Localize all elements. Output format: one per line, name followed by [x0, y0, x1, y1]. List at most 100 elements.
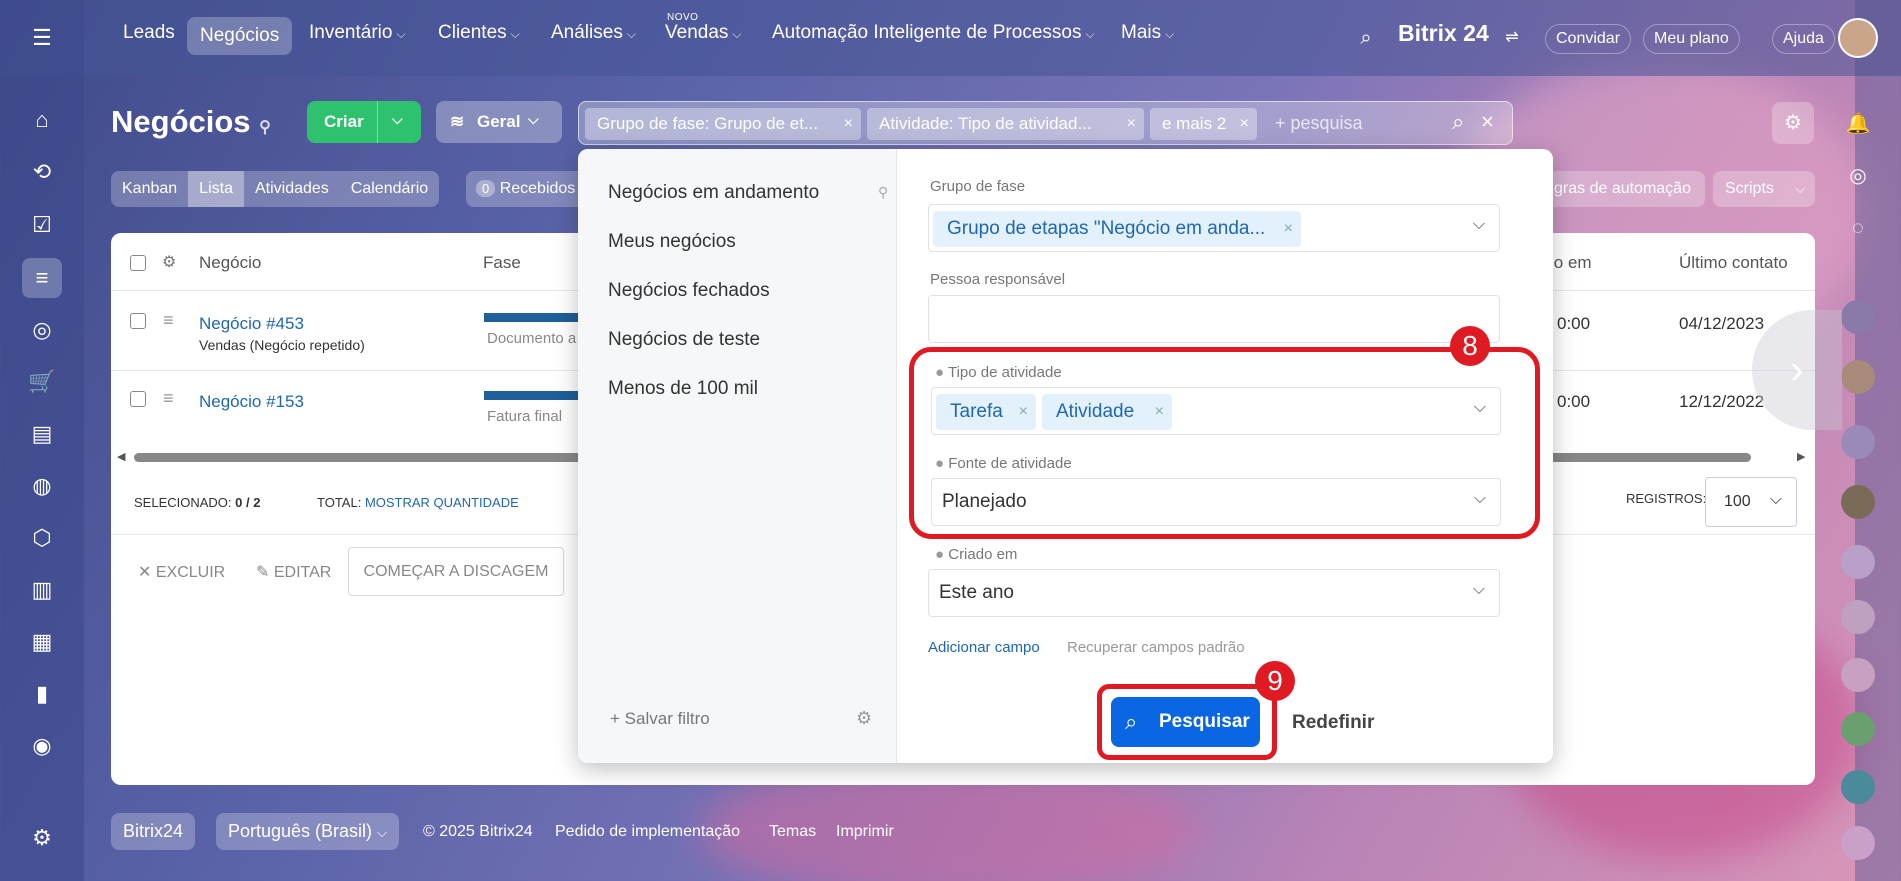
stage-group-field[interactable]: Grupo de etapas "Negócio em anda... × ⌵ — [928, 204, 1500, 252]
search-input[interactable]: + pesquisa — [1275, 113, 1363, 134]
copilot-icon[interactable]: ◎ — [1838, 156, 1878, 196]
target-icon[interactable]: ◎ — [22, 310, 62, 350]
tasks-icon[interactable]: ☑ — [22, 205, 62, 245]
general-button[interactable]: ≋ Geral ⌵ — [436, 101, 562, 143]
close-icon[interactable]: × — [1284, 211, 1293, 247]
user-avatar[interactable] — [1841, 425, 1875, 459]
gear-icon[interactable]: ⚙ — [162, 252, 176, 272]
tab-activities[interactable]: Atividades — [244, 171, 340, 207]
received-counter[interactable]: 0 Recebidos — [466, 171, 578, 207]
pin-icon[interactable]: ⚲ — [878, 184, 888, 201]
automation-rules-button[interactable]: gras de automação — [1553, 171, 1705, 207]
create-button[interactable]: Criar ⌵ — [307, 101, 421, 143]
calendar-icon[interactable]: ▦ — [22, 622, 62, 662]
stage-progress[interactable] — [484, 313, 578, 322]
save-filter-button[interactable]: + Salvar filtro — [610, 709, 710, 729]
user-avatar[interactable] — [1841, 826, 1875, 860]
preset-item[interactable]: Negócios em andamento — [608, 182, 819, 204]
contacts-icon[interactable]: ▤ — [22, 414, 62, 454]
stage-progress[interactable] — [484, 391, 578, 400]
themes-link[interactable]: Temas — [769, 823, 816, 841]
language-select[interactable]: Português (Brasil) ⌵ — [216, 813, 399, 850]
preset-item[interactable]: Meus negócios — [608, 231, 736, 253]
search-icon[interactable]: ⌕ — [1346, 18, 1386, 58]
footer-brand[interactable]: Bitrix24 — [111, 813, 196, 850]
nav-clients[interactable]: Clientes ⌵ — [438, 22, 520, 44]
avatar[interactable] — [1838, 18, 1878, 58]
scroll-right-icon[interactable]: ▶ — [1797, 450, 1805, 463]
nav-deals[interactable]: Negócios — [187, 17, 293, 55]
store-icon[interactable]: ▥ — [22, 570, 62, 610]
nav-analytics[interactable]: Análises ⌵ — [551, 22, 636, 44]
tab-list[interactable]: Lista — [188, 171, 244, 207]
tab-calendar[interactable]: Calendário — [340, 171, 439, 207]
nav-leads[interactable]: Leads — [123, 22, 175, 44]
crm-icon[interactable]: ≡ — [22, 258, 62, 298]
plan-button[interactable]: Meu plano — [1643, 24, 1740, 54]
restore-fields-link[interactable]: Recuperar campos padrão — [1067, 639, 1245, 656]
scripts-button[interactable]: Scripts ⌵ — [1713, 171, 1815, 207]
chevron-down-icon[interactable]: ⌵ — [392, 111, 403, 128]
reset-button[interactable]: Redefinir — [1292, 712, 1374, 734]
records-select[interactable]: 100 ⌵ — [1705, 477, 1797, 527]
chevron-down-icon[interactable]: ⌵ — [1473, 216, 1485, 234]
deal-link[interactable]: Negócio #453 — [199, 314, 304, 334]
flow-icon[interactable]: ⟲ — [22, 152, 62, 192]
filter-search-bar[interactable]: Grupo de fase: Grupo de et... × Atividade… — [578, 101, 1513, 145]
column-deal[interactable]: Negócio — [199, 253, 261, 273]
edit-button[interactable]: ✎ EDITAR — [256, 562, 331, 582]
home-icon[interactable]: ⌂ — [22, 100, 62, 140]
row-checkbox[interactable] — [130, 313, 146, 329]
chat-icon[interactable]: ◌ — [1838, 208, 1878, 248]
responsible-field[interactable] — [928, 295, 1500, 343]
implementation-link[interactable]: Pedido de implementação — [555, 823, 740, 841]
deal-link[interactable]: Negócio #153 — [199, 392, 304, 412]
nav-inventory[interactable]: Inventário ⌵ — [309, 22, 406, 44]
cart-icon[interactable]: 🛒 — [22, 362, 62, 402]
user-avatar[interactable] — [1841, 600, 1875, 634]
nav-automation[interactable]: Automação Inteligente de Processos ⌵ — [772, 22, 1095, 44]
column-last-contact[interactable]: Último contato — [1679, 253, 1788, 273]
filter-chip-more[interactable]: e mais 2 × — [1150, 108, 1257, 140]
close-icon[interactable]: × — [1127, 108, 1136, 140]
created-field[interactable]: Este ano ⌵ — [928, 569, 1500, 617]
settings-icon[interactable]: ⚙ — [22, 818, 62, 858]
filter-chip[interactable]: Grupo de fase: Grupo de et... × — [585, 108, 861, 140]
user-avatar[interactable] — [1841, 545, 1875, 579]
preset-item[interactable]: Menos de 100 mil — [608, 378, 758, 400]
drag-handle-icon[interactable]: ≡ — [163, 388, 174, 409]
nav-more[interactable]: Mais ⌵ — [1121, 22, 1174, 44]
robot-icon[interactable]: ◍ — [22, 466, 62, 506]
marketplace-icon[interactable]: ◉ — [22, 726, 62, 766]
chart-icon[interactable]: ▮ — [22, 674, 62, 714]
close-icon[interactable]: × — [844, 108, 853, 140]
add-field-link[interactable]: Adicionar campo — [928, 639, 1040, 656]
user-avatar[interactable] — [1841, 300, 1875, 334]
preset-item[interactable]: Negócios fechados — [608, 280, 770, 302]
tab-kanban[interactable]: Kanban — [111, 171, 188, 207]
brand-settings-icon[interactable]: ⇌ — [1492, 18, 1532, 58]
row-checkbox[interactable] — [130, 391, 146, 407]
menu-icon[interactable]: ☰ — [22, 18, 62, 58]
user-avatar[interactable] — [1841, 658, 1875, 692]
search-icon[interactable]: ⌕ — [1452, 109, 1464, 135]
scroll-left-icon[interactable]: ◀ — [117, 450, 125, 463]
filter-chip[interactable]: Atividade: Tipo de atividad... × — [867, 108, 1144, 140]
select-all-checkbox[interactable] — [130, 255, 146, 271]
notifications-icon[interactable]: 🔔 — [1838, 104, 1878, 144]
user-avatar[interactable] — [1841, 360, 1875, 394]
user-avatar[interactable] — [1841, 770, 1875, 804]
help-button[interactable]: Ajuda — [1772, 24, 1835, 54]
box-icon[interactable]: ⬡ — [22, 518, 62, 558]
drag-handle-icon[interactable]: ≡ — [163, 310, 174, 331]
nav-sales[interactable]: Vendas ⌵ — [665, 22, 742, 44]
gear-icon[interactable]: ⚙ — [856, 708, 872, 729]
delete-button[interactable]: ✕ EXCLUIR — [138, 562, 225, 582]
start-dialing-button[interactable]: COMEÇAR A DISCAGEM — [348, 547, 564, 596]
invite-button[interactable]: Convidar — [1545, 24, 1632, 54]
user-avatar[interactable] — [1841, 485, 1875, 519]
user-avatar[interactable] — [1841, 712, 1875, 746]
pin-icon[interactable]: ⚲ — [259, 119, 271, 136]
column-created[interactable]: io em — [1550, 253, 1592, 273]
column-stage[interactable]: Fase — [483, 253, 521, 273]
